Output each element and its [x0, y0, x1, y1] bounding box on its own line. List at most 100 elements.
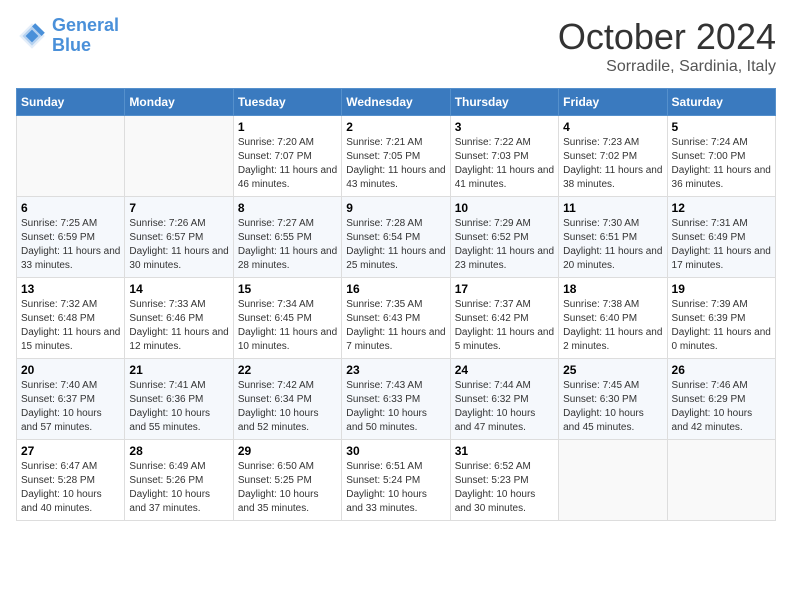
calendar-cell: 23 Sunrise: 7:43 AM Sunset: 6:33 PM Dayli… [342, 359, 450, 440]
calendar-cell: 25 Sunrise: 7:45 AM Sunset: 6:30 PM Dayli… [559, 359, 667, 440]
calendar-cell [17, 116, 125, 197]
day-info: Sunrise: 7:21 AM Sunset: 7:05 PM Dayligh… [346, 136, 445, 192]
day-info: Sunrise: 7:35 AM Sunset: 6:43 PM Dayligh… [346, 298, 445, 354]
calendar-cell [125, 116, 233, 197]
day-info: Sunrise: 7:38 AM Sunset: 6:40 PM Dayligh… [563, 298, 662, 354]
calendar-cell: 20 Sunrise: 7:40 AM Sunset: 6:37 PM Dayli… [17, 359, 125, 440]
day-number: 4 [563, 120, 662, 134]
calendar-cell: 1Sunrise: 7:20 AM Sunset: 7:07 PM Daylig… [233, 116, 341, 197]
day-info: Sunrise: 7:32 AM Sunset: 6:48 PM Dayligh… [21, 298, 120, 354]
day-number: 11 [563, 201, 662, 215]
day-number: 17 [455, 282, 554, 296]
weekday-header: Friday [559, 89, 667, 116]
weekday-header: Saturday [667, 89, 775, 116]
day-info: Sunrise: 7:26 AM Sunset: 6:57 PM Dayligh… [129, 217, 228, 273]
day-info: Sunrise: 7:27 AM Sunset: 6:55 PM Dayligh… [238, 217, 337, 273]
weekday-header: Sunday [17, 89, 125, 116]
day-info: Sunrise: 7:22 AM Sunset: 7:03 PM Dayligh… [455, 136, 554, 192]
day-number: 20 [21, 363, 120, 377]
calendar-cell: 14 Sunrise: 7:33 AM Sunset: 6:46 PM Dayli… [125, 278, 233, 359]
day-info: Sunrise: 7:28 AM Sunset: 6:54 PM Dayligh… [346, 217, 445, 273]
weekday-header: Monday [125, 89, 233, 116]
day-number: 1 [238, 120, 337, 134]
title-block: October 2024 Sorradile, Sardinia, Italy [558, 16, 776, 76]
day-number: 2 [346, 120, 445, 134]
day-info: Sunrise: 6:47 AM Sunset: 5:28 PM Dayligh… [21, 460, 120, 516]
day-number: 19 [672, 282, 771, 296]
calendar-cell: 16 Sunrise: 7:35 AM Sunset: 6:43 PM Dayli… [342, 278, 450, 359]
calendar-cell: 12Sunrise: 7:31 AM Sunset: 6:49 PM Dayli… [667, 197, 775, 278]
day-number: 14 [129, 282, 228, 296]
calendar-cell: 8 Sunrise: 7:27 AM Sunset: 6:55 PM Daylig… [233, 197, 341, 278]
calendar-week-row: 13 Sunrise: 7:32 AM Sunset: 6:48 PM Dayli… [17, 278, 776, 359]
day-info: Sunrise: 7:46 AM Sunset: 6:29 PM Dayligh… [672, 379, 771, 435]
day-number: 6 [21, 201, 120, 215]
day-info: Sunrise: 7:41 AM Sunset: 6:36 PM Dayligh… [129, 379, 228, 435]
day-number: 22 [238, 363, 337, 377]
calendar-cell: 24 Sunrise: 7:44 AM Sunset: 6:32 PM Dayli… [450, 359, 558, 440]
day-number: 26 [672, 363, 771, 377]
calendar-week-row: 1Sunrise: 7:20 AM Sunset: 7:07 PM Daylig… [17, 116, 776, 197]
calendar-table: SundayMondayTuesdayWednesdayThursdayFrid… [16, 88, 776, 521]
calendar-cell: 2 Sunrise: 7:21 AM Sunset: 7:05 PM Daylig… [342, 116, 450, 197]
logo-text: General Blue [52, 16, 119, 56]
day-number: 15 [238, 282, 337, 296]
calendar-cell: 21 Sunrise: 7:41 AM Sunset: 6:36 PM Dayli… [125, 359, 233, 440]
calendar-cell: 9 Sunrise: 7:28 AM Sunset: 6:54 PM Daylig… [342, 197, 450, 278]
day-number: 28 [129, 444, 228, 458]
calendar-cell: 11 Sunrise: 7:30 AM Sunset: 6:51 PM Dayli… [559, 197, 667, 278]
day-number: 3 [455, 120, 554, 134]
calendar-cell: 26 Sunrise: 7:46 AM Sunset: 6:29 PM Dayli… [667, 359, 775, 440]
calendar-cell: 15 Sunrise: 7:34 AM Sunset: 6:45 PM Dayli… [233, 278, 341, 359]
day-info: Sunrise: 6:51 AM Sunset: 5:24 PM Dayligh… [346, 460, 445, 516]
calendar-cell: 27 Sunrise: 6:47 AM Sunset: 5:28 PM Dayli… [17, 440, 125, 521]
day-number: 5 [672, 120, 771, 134]
weekday-header-row: SundayMondayTuesdayWednesdayThursdayFrid… [17, 89, 776, 116]
logo-icon [16, 20, 48, 52]
day-info: Sunrise: 7:44 AM Sunset: 6:32 PM Dayligh… [455, 379, 554, 435]
calendar-week-row: 20 Sunrise: 7:40 AM Sunset: 6:37 PM Dayli… [17, 359, 776, 440]
day-number: 16 [346, 282, 445, 296]
day-number: 23 [346, 363, 445, 377]
calendar-cell: 10Sunrise: 7:29 AM Sunset: 6:52 PM Dayli… [450, 197, 558, 278]
day-number: 27 [21, 444, 120, 458]
day-info: Sunrise: 7:25 AM Sunset: 6:59 PM Dayligh… [21, 217, 120, 273]
month-title: October 2024 [558, 16, 776, 58]
day-info: Sunrise: 7:30 AM Sunset: 6:51 PM Dayligh… [563, 217, 662, 273]
day-number: 10 [455, 201, 554, 215]
day-number: 9 [346, 201, 445, 215]
calendar-cell [559, 440, 667, 521]
calendar-cell: 4 Sunrise: 7:23 AM Sunset: 7:02 PM Daylig… [559, 116, 667, 197]
day-number: 13 [21, 282, 120, 296]
day-info: Sunrise: 7:23 AM Sunset: 7:02 PM Dayligh… [563, 136, 662, 192]
day-info: Sunrise: 7:37 AM Sunset: 6:42 PM Dayligh… [455, 298, 554, 354]
day-info: Sunrise: 7:45 AM Sunset: 6:30 PM Dayligh… [563, 379, 662, 435]
day-info: Sunrise: 7:33 AM Sunset: 6:46 PM Dayligh… [129, 298, 228, 354]
calendar-cell: 13 Sunrise: 7:32 AM Sunset: 6:48 PM Dayli… [17, 278, 125, 359]
day-number: 29 [238, 444, 337, 458]
weekday-header: Thursday [450, 89, 558, 116]
logo: General Blue [16, 16, 119, 56]
weekday-header: Wednesday [342, 89, 450, 116]
location-subtitle: Sorradile, Sardinia, Italy [558, 58, 776, 76]
calendar-cell: 18Sunrise: 7:38 AM Sunset: 6:40 PM Dayli… [559, 278, 667, 359]
day-number: 25 [563, 363, 662, 377]
day-number: 7 [129, 201, 228, 215]
calendar-cell: 6 Sunrise: 7:25 AM Sunset: 6:59 PM Daylig… [17, 197, 125, 278]
day-info: Sunrise: 7:34 AM Sunset: 6:45 PM Dayligh… [238, 298, 337, 354]
day-info: Sunrise: 7:40 AM Sunset: 6:37 PM Dayligh… [21, 379, 120, 435]
calendar-cell: 22Sunrise: 7:42 AM Sunset: 6:34 PM Dayli… [233, 359, 341, 440]
day-info: Sunrise: 6:49 AM Sunset: 5:26 PM Dayligh… [129, 460, 228, 516]
day-number: 8 [238, 201, 337, 215]
day-number: 21 [129, 363, 228, 377]
day-number: 12 [672, 201, 771, 215]
day-number: 31 [455, 444, 554, 458]
calendar-cell: 17 Sunrise: 7:37 AM Sunset: 6:42 PM Dayli… [450, 278, 558, 359]
day-number: 24 [455, 363, 554, 377]
day-info: Sunrise: 6:52 AM Sunset: 5:23 PM Dayligh… [455, 460, 554, 516]
calendar-cell: 28 Sunrise: 6:49 AM Sunset: 5:26 PM Dayli… [125, 440, 233, 521]
calendar-cell: 5Sunrise: 7:24 AM Sunset: 7:00 PM Daylig… [667, 116, 775, 197]
day-info: Sunrise: 7:43 AM Sunset: 6:33 PM Dayligh… [346, 379, 445, 435]
calendar-week-row: 27 Sunrise: 6:47 AM Sunset: 5:28 PM Dayli… [17, 440, 776, 521]
calendar-week-row: 6 Sunrise: 7:25 AM Sunset: 6:59 PM Daylig… [17, 197, 776, 278]
